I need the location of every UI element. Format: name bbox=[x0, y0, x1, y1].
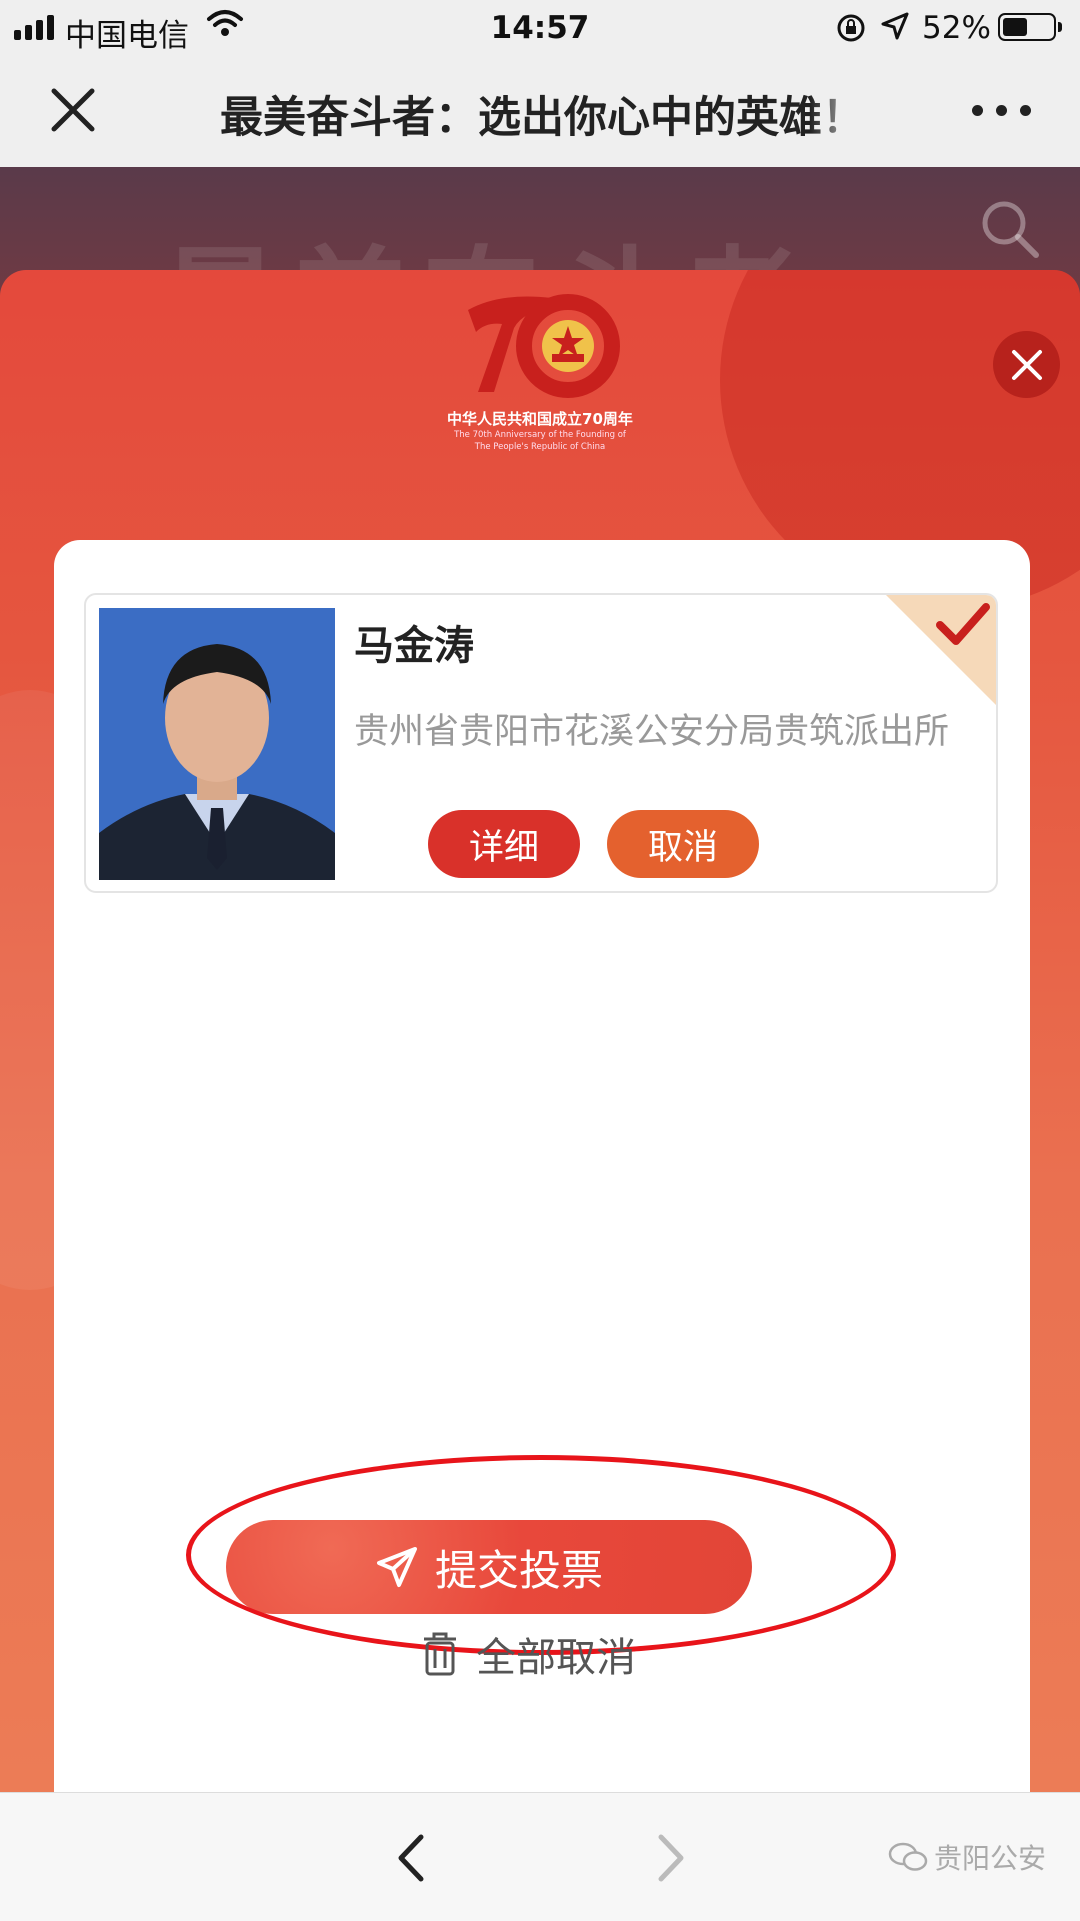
search-icon bbox=[982, 201, 1039, 258]
modal-close-button[interactable] bbox=[993, 331, 1060, 398]
browser-toolbar: 贵阳公安 bbox=[0, 1792, 1080, 1921]
cancel-all-label: 全部取消 bbox=[476, 1635, 636, 1681]
close-icon[interactable] bbox=[48, 85, 98, 135]
checkmark-icon bbox=[936, 603, 990, 645]
emblem-caption-en: The People's Republic of China bbox=[474, 442, 606, 452]
account-watermark: 贵阳公安 bbox=[888, 1837, 1046, 1877]
rotation-lock-icon bbox=[837, 14, 865, 42]
status-bar: 中国电信 14:57 52% bbox=[0, 0, 1080, 55]
seventy-emblem-icon bbox=[468, 294, 620, 398]
anniversary-emblem: 中华人民共和国成立70周年 The 70th Anniversary of th… bbox=[440, 280, 640, 452]
close-icon bbox=[1011, 349, 1042, 380]
detail-button[interactable]: 详细 bbox=[428, 810, 580, 878]
back-arrow-icon[interactable] bbox=[395, 1833, 427, 1883]
candidate-photo bbox=[99, 608, 335, 880]
cancel-button[interactable]: 取消 bbox=[607, 810, 759, 878]
trash-icon bbox=[424, 1632, 456, 1676]
candidate-card[interactable]: 马金涛 贵州省贵阳市花溪公安分局贵筑派出所 详细 取消 bbox=[84, 593, 998, 893]
cancel-all-button[interactable]: 全部取消 bbox=[420, 1625, 636, 1683]
candidate-name: 马金涛 bbox=[354, 623, 474, 669]
submit-vote-button[interactable]: 提交投票 bbox=[226, 1520, 752, 1614]
vote-modal: 中华人民共和国成立70周年 The 70th Anniversary of th… bbox=[0, 270, 1080, 1792]
emblem-caption-cn: 中华人民共和国成立70周年 bbox=[447, 410, 633, 428]
nav-bar: 最美奋斗者：选出你心中的英雄！ bbox=[0, 55, 1080, 167]
forward-arrow-icon[interactable] bbox=[655, 1833, 687, 1883]
battery-percent: 52% bbox=[922, 10, 991, 46]
candidate-organization: 贵州省贵阳市花溪公安分局贵筑派出所 bbox=[354, 712, 950, 752]
location-icon bbox=[881, 12, 909, 40]
emblem-caption-en: The 70th Anniversary of the Founding of bbox=[454, 430, 626, 440]
send-icon bbox=[376, 1547, 417, 1587]
account-name: 贵阳公安 bbox=[934, 1842, 1047, 1875]
battery-icon bbox=[998, 13, 1062, 41]
submit-vote-label: 提交投票 bbox=[434, 1545, 603, 1595]
wechat-icon bbox=[888, 1842, 928, 1871]
page-title: 最美奋斗者：选出你心中的英雄！ bbox=[220, 83, 870, 145]
clock: 14:57 bbox=[490, 10, 590, 46]
more-icon[interactable] bbox=[972, 105, 1031, 116]
